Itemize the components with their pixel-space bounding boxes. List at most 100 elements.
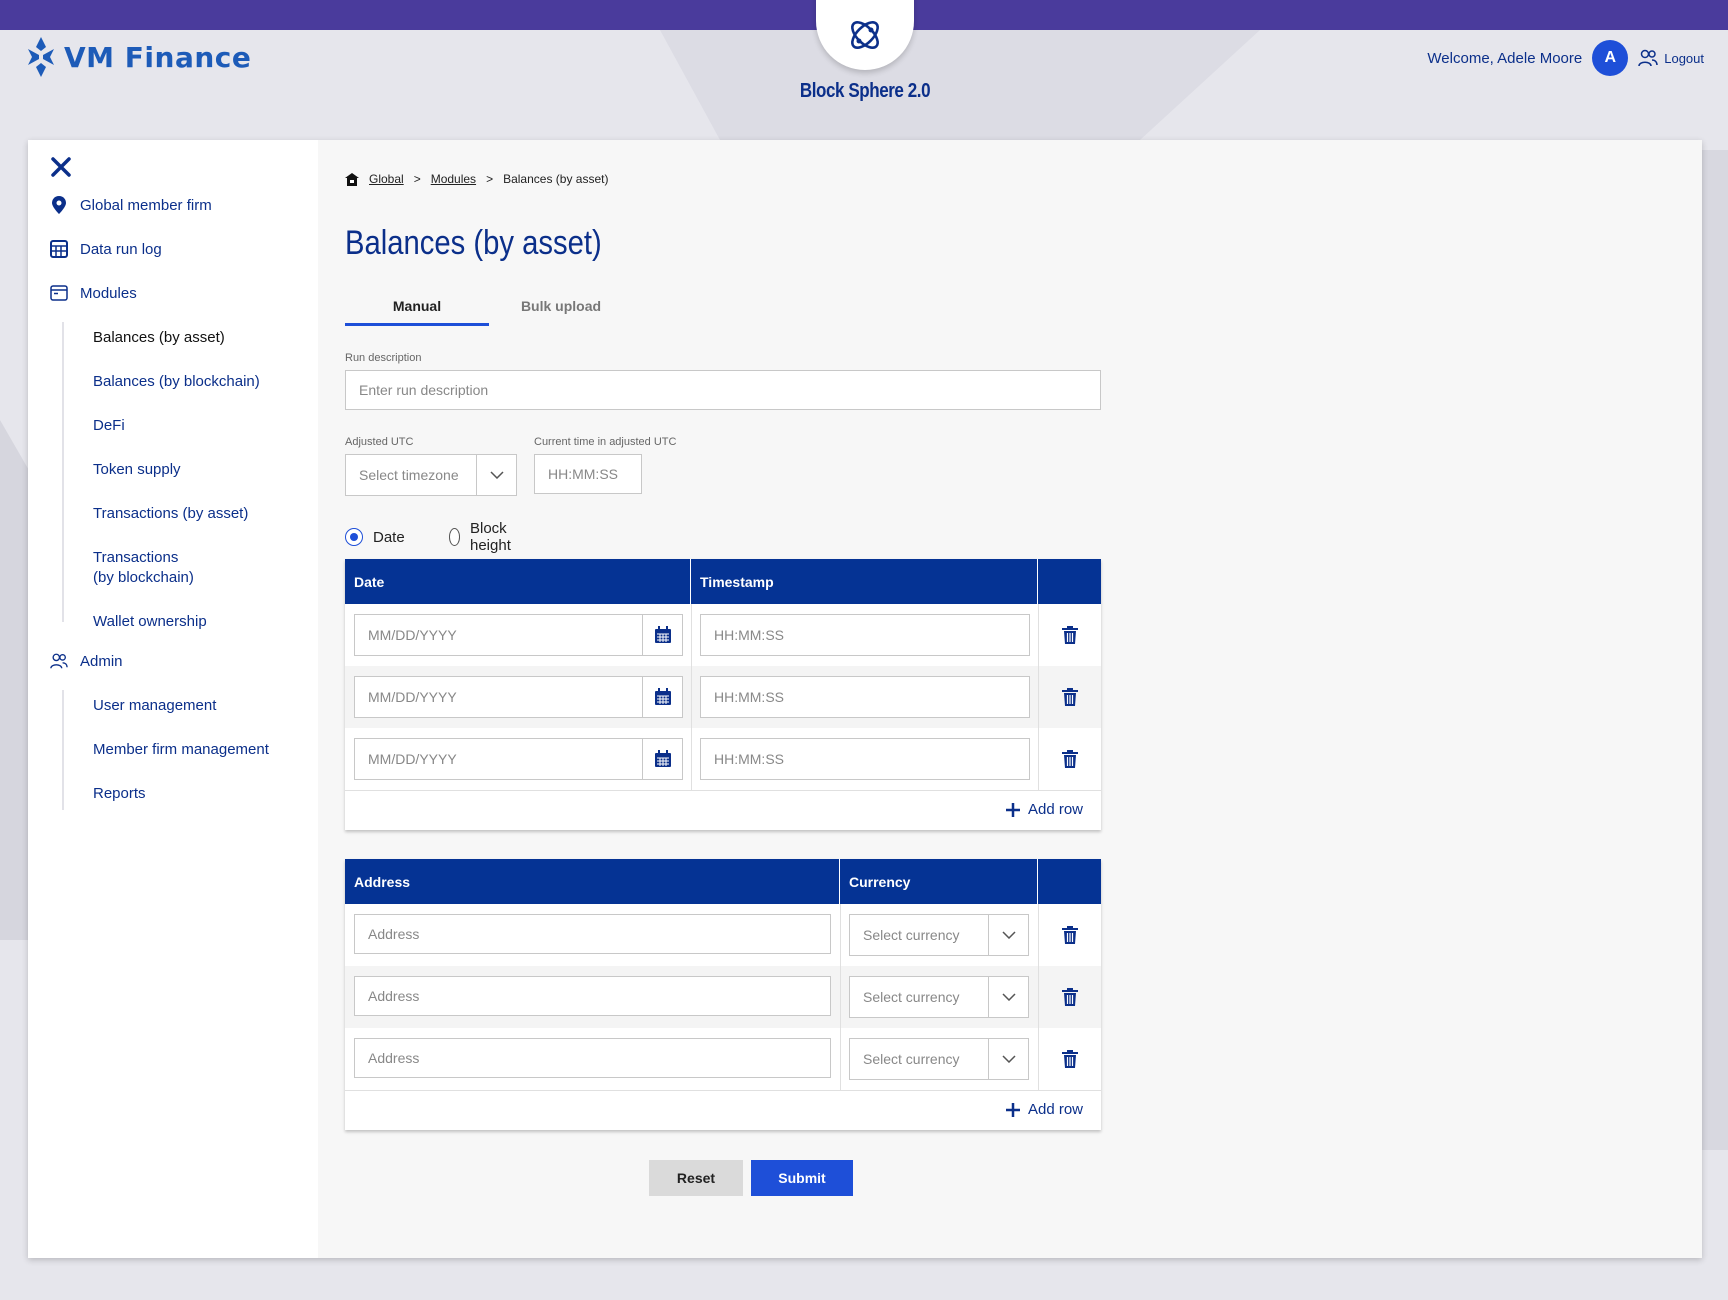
sidebar-subitem-wallet-ownership[interactable]: Wallet ownership xyxy=(93,612,207,632)
tab-bulk-upload[interactable]: Bulk upload xyxy=(489,290,633,326)
currency-placeholder: Select currency xyxy=(863,989,960,1005)
background-shape xyxy=(1700,150,1728,1150)
table-row: Address Select currency xyxy=(345,966,1101,1028)
reset-button[interactable]: Reset xyxy=(649,1160,743,1196)
run-description-input[interactable]: Enter run description xyxy=(345,370,1101,410)
breadcrumb-modules[interactable]: Modules xyxy=(431,172,476,186)
table-row: Address Select currency xyxy=(345,904,1101,966)
content-card: Global member firm Data run log Modules … xyxy=(28,140,1702,1258)
trash-icon[interactable] xyxy=(1059,686,1081,708)
cell-divider xyxy=(840,966,841,1028)
cell-divider xyxy=(691,604,692,666)
radio-block-height[interactable]: Block height xyxy=(448,520,518,554)
sidebar-item-label: Admin xyxy=(80,652,123,670)
cell-divider xyxy=(1038,966,1039,1028)
timestamp-input[interactable]: HH:MM:SS xyxy=(700,676,1030,718)
timezone-placeholder: Select timezone xyxy=(359,467,459,483)
chevron-down-icon[interactable] xyxy=(476,455,516,495)
date-input[interactable]: MM/DD/YYYY xyxy=(354,738,683,780)
sidebar-subitem-member-firm-management[interactable]: Member firm management xyxy=(93,740,269,760)
currency-select[interactable]: Select currency xyxy=(849,1038,1029,1080)
address-input[interactable]: Address xyxy=(354,914,831,954)
submenu-line xyxy=(62,690,64,810)
radio-date[interactable]: Date xyxy=(345,528,405,546)
current-time-input[interactable]: HH:MM:SS xyxy=(534,454,642,494)
location-pin-icon xyxy=(50,196,68,214)
sidebar-item-data-run-log[interactable]: Data run log xyxy=(50,240,162,258)
sidebar-subitem-balances-by-asset[interactable]: Balances (by asset) xyxy=(93,328,225,348)
column-header-currency: Currency xyxy=(840,859,1038,904)
trash-icon[interactable] xyxy=(1059,624,1081,646)
submit-button[interactable]: Submit xyxy=(751,1160,853,1196)
add-row-button[interactable]: Add row xyxy=(1005,1101,1083,1118)
date-placeholder: MM/DD/YYYY xyxy=(368,751,457,767)
date-input[interactable]: MM/DD/YYYY xyxy=(354,614,683,656)
currency-select[interactable]: Select currency xyxy=(849,914,1029,956)
background-shape xyxy=(660,30,1260,140)
sidebar-item-label: Modules xyxy=(80,284,137,302)
close-icon[interactable] xyxy=(50,156,72,178)
sidebar-subitem-user-management[interactable]: User management xyxy=(93,696,216,716)
timestamp-input[interactable]: HH:MM:SS xyxy=(700,738,1030,780)
logout-button[interactable]: Logout xyxy=(1638,49,1704,67)
timestamp-input[interactable]: HH:MM:SS xyxy=(700,614,1030,656)
add-row-button[interactable]: Add row xyxy=(1005,801,1083,818)
home-icon[interactable] xyxy=(345,172,359,186)
breadcrumb-separator: > xyxy=(486,172,494,186)
current-time-label: Current time in adjusted UTC xyxy=(534,436,677,448)
address-input[interactable]: Address xyxy=(354,1038,831,1078)
address-input[interactable]: Address xyxy=(354,976,831,1016)
date-input[interactable]: MM/DD/YYYY xyxy=(354,676,683,718)
trash-icon[interactable] xyxy=(1059,748,1081,770)
avatar[interactable]: A xyxy=(1592,40,1629,76)
currency-placeholder: Select currency xyxy=(863,927,960,943)
currency-select[interactable]: Select currency xyxy=(849,976,1029,1018)
radio-button[interactable] xyxy=(448,528,460,546)
sidebar-subitem-transactions-by-blockchain[interactable]: Transactions (by blockchain) xyxy=(93,548,194,588)
tabs: Manual Bulk upload xyxy=(345,290,845,326)
cell-divider xyxy=(1038,1028,1039,1090)
users-icon xyxy=(50,652,68,670)
table-row: MM/DD/YYYY HH:MM:SS xyxy=(345,666,1101,728)
table-grid-icon xyxy=(50,240,68,258)
sidebar-subitem-token-supply[interactable]: Token supply xyxy=(93,460,181,480)
sidebar-item-admin[interactable]: Admin xyxy=(50,652,123,670)
logout-label: Logout xyxy=(1664,50,1704,66)
calendar-icon[interactable] xyxy=(642,677,682,717)
chevron-down-icon[interactable] xyxy=(988,915,1028,955)
column-header-timestamp: Timestamp xyxy=(691,559,1038,604)
column-header-address: Address xyxy=(345,859,840,904)
sidebar-item-modules[interactable]: Modules xyxy=(50,284,137,302)
calendar-icon[interactable] xyxy=(642,739,682,779)
tab-manual[interactable]: Manual xyxy=(345,290,489,326)
trash-icon[interactable] xyxy=(1059,1048,1081,1070)
breadcrumb-current: Balances (by asset) xyxy=(503,172,609,186)
radio-button-selected[interactable] xyxy=(345,528,363,546)
sidebar-item-global-member-firm[interactable]: Global member firm xyxy=(50,196,212,214)
plus-icon xyxy=(1005,1102,1020,1117)
run-description-label: Run description xyxy=(345,352,422,364)
radio-date-label: Date xyxy=(373,528,405,546)
table-row: MM/DD/YYYY HH:MM:SS xyxy=(345,728,1101,790)
breadcrumb: Global > Modules > Balances (by asset) xyxy=(345,172,608,186)
sidebar-subitem-defi[interactable]: DeFi xyxy=(93,416,125,436)
cell-divider xyxy=(1038,728,1039,790)
cell-divider xyxy=(691,666,692,728)
table-row: MM/DD/YYYY HH:MM:SS xyxy=(345,604,1101,666)
cell-divider xyxy=(691,728,692,790)
brand-logo[interactable]: VM Finance xyxy=(26,34,251,80)
trash-icon[interactable] xyxy=(1059,924,1081,946)
table-footer: Add row xyxy=(345,790,1101,830)
blocksphere-logo-icon xyxy=(851,21,879,49)
timezone-select[interactable]: Select timezone xyxy=(345,454,517,496)
radio-group: Date Block height xyxy=(345,520,518,554)
sidebar-subitem-reports[interactable]: Reports xyxy=(93,784,146,804)
trash-icon[interactable] xyxy=(1059,986,1081,1008)
calendar-icon[interactable] xyxy=(642,615,682,655)
sidebar-subitem-transactions-by-asset[interactable]: Transactions (by asset) xyxy=(93,504,248,524)
breadcrumb-global[interactable]: Global xyxy=(369,172,404,186)
sidebar-subitem-balances-by-blockchain[interactable]: Balances (by blockchain) xyxy=(93,372,260,392)
chevron-down-icon[interactable] xyxy=(988,1039,1028,1079)
chevron-down-icon[interactable] xyxy=(988,977,1028,1017)
breadcrumb-separator: > xyxy=(413,172,421,186)
